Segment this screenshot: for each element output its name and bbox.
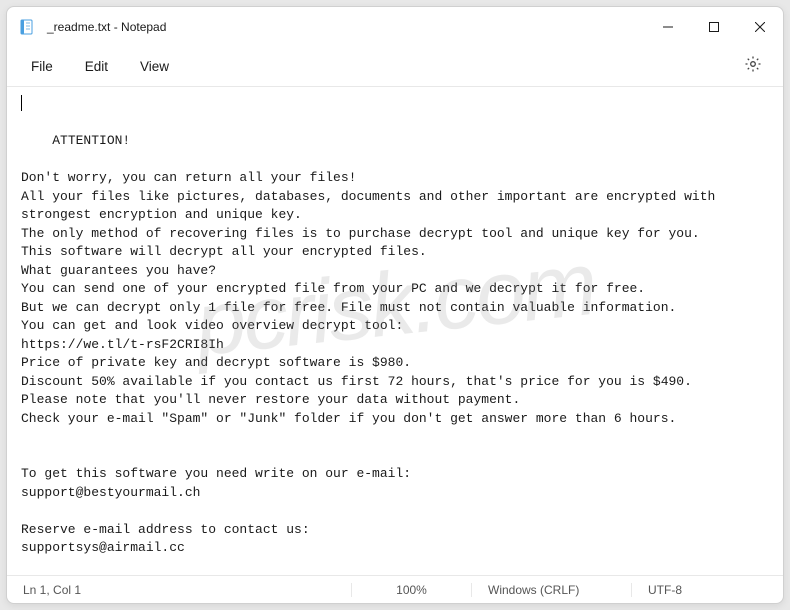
menu-file[interactable]: File (15, 53, 69, 80)
menubar: File Edit View (7, 47, 783, 87)
titlebar[interactable]: _readme.txt - Notepad (7, 7, 783, 47)
zoom-level[interactable]: 100% (351, 583, 471, 597)
cursor-position: Ln 1, Col 1 (19, 583, 89, 597)
encoding: UTF-8 (631, 583, 771, 597)
gear-icon (744, 55, 762, 78)
text-caret (21, 95, 22, 111)
editor-area[interactable]: ATTENTION! Don't worry, you can return a… (7, 87, 783, 575)
line-ending: Windows (CRLF) (471, 583, 631, 597)
menu-edit[interactable]: Edit (69, 53, 124, 80)
document-text: ATTENTION! Don't worry, you can return a… (21, 133, 723, 575)
notepad-icon (19, 19, 35, 35)
statusbar: Ln 1, Col 1 100% Windows (CRLF) UTF-8 (7, 575, 783, 603)
menu-view[interactable]: View (124, 53, 185, 80)
minimize-button[interactable] (645, 7, 691, 47)
settings-button[interactable] (737, 51, 769, 83)
close-button[interactable] (737, 7, 783, 47)
window-title: _readme.txt - Notepad (47, 20, 166, 34)
window-controls (645, 7, 783, 47)
notepad-window: _readme.txt - Notepad File Edit View (6, 6, 784, 604)
maximize-button[interactable] (691, 7, 737, 47)
